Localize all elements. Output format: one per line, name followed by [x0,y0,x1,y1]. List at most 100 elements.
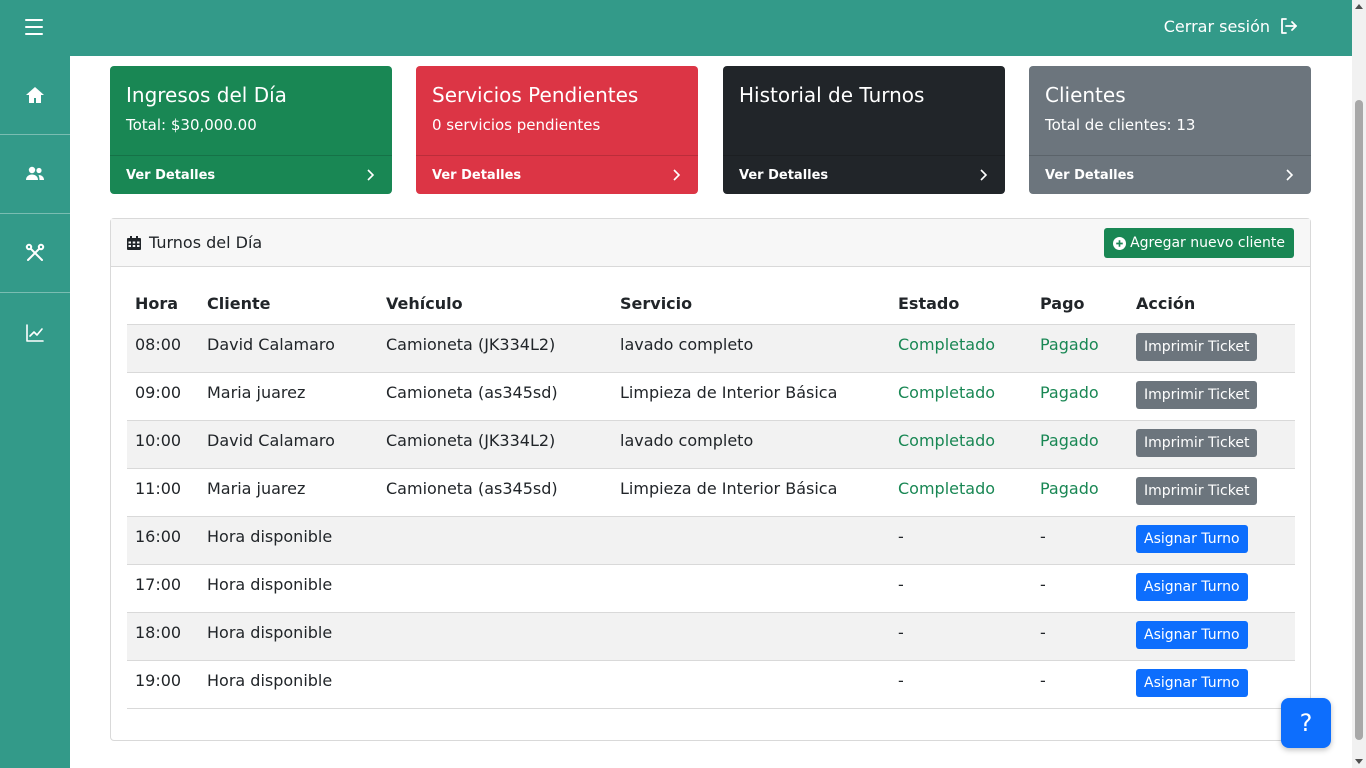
card-footer-link[interactable]: Ver Detalles [723,155,1005,194]
print-ticket-button[interactable]: Imprimir Ticket [1136,428,1258,457]
card-ingresos[interactable]: Ingresos del Día Total: $30,000.00 Ver D… [110,66,392,194]
cell-accion: Asignar Turno [1128,564,1295,613]
assign-turn-button[interactable]: Asignar Turno [1136,572,1248,601]
cell-pago: Pagado [1032,324,1128,373]
sidebar-item-users[interactable] [0,135,70,214]
column-header: Vehículo [378,283,612,325]
ver-detalles-label: Ver Detalles [1045,167,1135,183]
cell-estado: - [890,660,1032,709]
card-footer-link[interactable]: Ver Detalles [1029,155,1311,194]
chart-line-icon [26,323,44,342]
cell-hora: 09:00 [127,372,199,421]
cell-cliente: Maria juarez [199,372,378,421]
add-client-button[interactable]: Agregar nuevo cliente [1104,228,1294,258]
cell-estado: - [890,516,1032,565]
turnos-table: Hora Cliente Vehículo Servicio Estado Pa… [127,283,1295,709]
table-row: 09:00 Maria juarez Camioneta (as345sd) L… [127,372,1295,421]
assign-turn-button[interactable]: Asignar Turno [1136,524,1248,553]
sidebar-item-tools[interactable] [0,214,70,293]
card-servicios-pendientes[interactable]: Servicios Pendientes 0 servicios pendien… [416,66,698,194]
cell-servicio: Limpieza de Interior Básica [612,468,890,517]
add-client-label: Agregar nuevo cliente [1130,235,1285,251]
cell-pago: Pagado [1032,372,1128,421]
home-icon [26,87,44,103]
table-row: 08:00 David Calamaro Camioneta (JK334L2)… [127,324,1295,373]
cell-hora: 19:00 [127,660,199,709]
users-icon [26,166,44,180]
card-title: Historial de Turnos [739,83,925,107]
print-ticket-button[interactable]: Imprimir Ticket [1136,476,1258,505]
sign-out-icon [1281,18,1297,34]
sidebar-item-home[interactable] [0,56,70,135]
top-navbar: Cerrar sesión [0,0,1352,56]
card-footer-link[interactable]: Ver Detalles [416,155,698,194]
cell-hora: 08:00 [127,324,199,373]
scroll-up-arrow-icon[interactable] [1355,4,1363,9]
table-header-row: Hora Cliente Vehículo Servicio Estado Pa… [127,283,1295,325]
column-header: Estado [890,283,1032,325]
column-header: Servicio [612,283,890,325]
cell-vehiculo: Camioneta (JK334L2) [378,324,612,373]
cell-servicio: Limpieza de Interior Básica [612,372,890,421]
chevron-right-icon [673,169,681,181]
card-title: Servicios Pendientes [432,83,639,107]
cell-cliente: Hora disponible [199,516,378,565]
panel-header: Turnos del Día Agregar nuevo cliente [111,219,1310,267]
plus-circle-icon [1113,236,1127,250]
panel-title: Turnos del Día [149,233,263,252]
assign-turn-button[interactable]: Asignar Turno [1136,668,1248,697]
print-ticket-button[interactable]: Imprimir Ticket [1136,380,1258,409]
hamburger-menu-icon[interactable] [25,19,43,35]
cell-pago: - [1032,516,1128,565]
sidebar-item-statistics[interactable] [0,293,70,372]
cell-pago: - [1032,612,1128,661]
cell-vehiculo: Camioneta (as345sd) [378,468,612,517]
cell-vehiculo [378,516,612,565]
cell-cliente: Hora disponible [199,612,378,661]
card-historial-turnos[interactable]: Historial de Turnos Ver Detalles [723,66,1005,194]
card-clientes[interactable]: Clientes Total de clientes: 13 Ver Detal… [1029,66,1311,194]
print-ticket-button[interactable]: Imprimir Ticket [1136,332,1258,361]
cell-hora: 10:00 [127,420,199,469]
cell-servicio [612,660,890,709]
card-footer-link[interactable]: Ver Detalles [110,155,392,194]
column-header: Pago [1032,283,1128,325]
cell-estado: - [890,612,1032,661]
cell-servicio: lavado completo [612,420,890,469]
cell-accion: Asignar Turno [1128,516,1295,565]
cell-hora: 17:00 [127,564,199,613]
tools-icon [25,243,45,261]
cell-hora: 11:00 [127,468,199,517]
cell-servicio: lavado completo [612,324,890,373]
column-header: Hora [127,283,199,325]
logout-button[interactable]: Cerrar sesión [1164,16,1298,36]
cell-accion: Imprimir Ticket [1128,468,1295,517]
ver-detalles-label: Ver Detalles [126,167,216,183]
table-row: 10:00 David Calamaro Camioneta (JK334L2)… [127,420,1295,469]
assign-turn-button[interactable]: Asignar Turno [1136,620,1248,649]
card-title: Clientes [1045,83,1126,107]
column-header: Acción [1128,283,1295,325]
cell-estado: - [890,564,1032,613]
ver-detalles-label: Ver Detalles [739,167,829,183]
table-row: 18:00 Hora disponible - - Asignar Turno [127,612,1295,661]
cell-accion: Asignar Turno [1128,612,1295,661]
cell-cliente: David Calamaro [199,324,378,373]
cell-pago: - [1032,564,1128,613]
sidebar [0,56,70,768]
card-title: Ingresos del Día [126,83,287,107]
cell-accion: Imprimir Ticket [1128,324,1295,373]
column-header: Cliente [199,283,378,325]
page-scrollbar[interactable] [1352,0,1366,768]
scroll-down-arrow-icon[interactable] [1355,759,1363,764]
cell-vehiculo [378,612,612,661]
cell-pago: Pagado [1032,420,1128,469]
table-row: 11:00 Maria juarez Camioneta (as345sd) L… [127,468,1295,517]
scroll-thumb[interactable] [1355,100,1363,740]
cell-estado: Completado [890,420,1032,469]
help-button[interactable]: ? [1281,698,1331,748]
cell-pago: - [1032,660,1128,709]
ver-detalles-label: Ver Detalles [432,167,522,183]
table-row: 17:00 Hora disponible - - Asignar Turno [127,564,1295,613]
card-text: 0 servicios pendientes [432,116,601,134]
